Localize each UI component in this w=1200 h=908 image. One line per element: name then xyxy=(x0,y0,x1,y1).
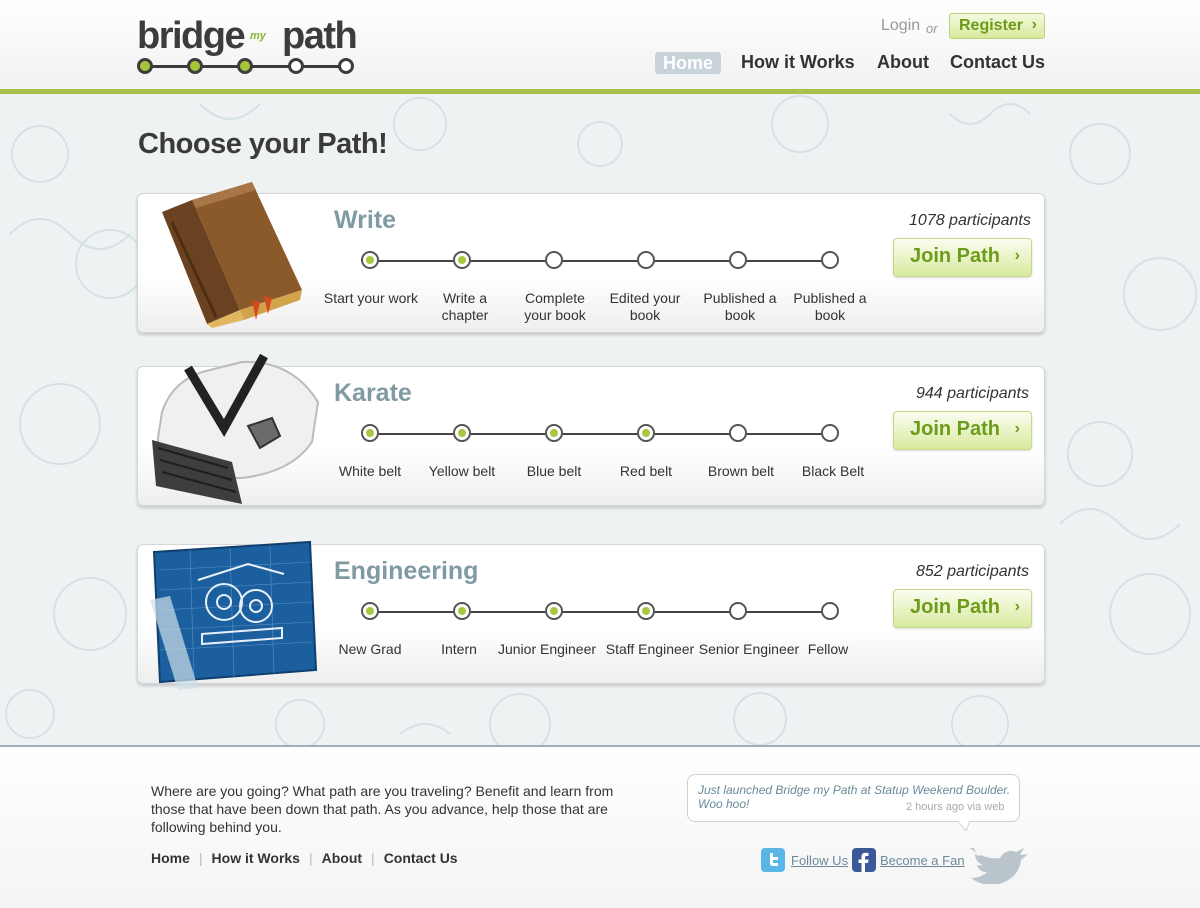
step-label: Start your work xyxy=(323,290,419,306)
logo-dot xyxy=(137,58,153,74)
milestone-node xyxy=(729,251,747,269)
nav-about[interactable]: About xyxy=(877,52,929,73)
milestone-node xyxy=(545,602,563,620)
step-label: Blue belt xyxy=(526,463,582,479)
step-label: Red belt xyxy=(619,463,673,479)
step-label: Black Belt xyxy=(801,463,865,479)
milestone-node xyxy=(361,602,379,620)
milestone-node xyxy=(821,251,839,269)
footer-link-contact-us[interactable]: Contact Us xyxy=(384,850,458,866)
logo-dot xyxy=(338,58,354,74)
path-title: Karate xyxy=(334,379,412,407)
milestone-node xyxy=(729,424,747,442)
chevron-right-icon: › xyxy=(1014,247,1020,264)
tweet-bubble-tail xyxy=(958,821,970,831)
step-label: Fellow xyxy=(807,641,849,657)
join-path-label: Join Path xyxy=(910,418,1001,440)
follow-us-link[interactable]: Follow Us xyxy=(791,853,848,868)
footer-link-about[interactable]: About xyxy=(322,850,362,866)
participants-count: 1078 participants xyxy=(909,212,1031,229)
milestone-node xyxy=(361,424,379,442)
nav-home[interactable]: Home xyxy=(655,52,721,74)
step-label: New Grad xyxy=(338,641,402,657)
site-header: bridge path my Login or Register › Home Ho… xyxy=(0,0,1200,89)
book-icon xyxy=(162,182,302,328)
participants-count: 852 participants xyxy=(916,563,1029,580)
milestone-node xyxy=(361,251,379,269)
page-title: Choose your Path! xyxy=(138,128,388,160)
tweet-time: 2 hours ago via web xyxy=(906,801,1005,813)
twitter-bird-icon xyxy=(970,848,1028,884)
logo[interactable]: bridge path my xyxy=(137,14,359,80)
register-button[interactable]: Register › xyxy=(949,13,1045,39)
footer-description: Where are you going? What path are you t… xyxy=(151,783,614,835)
nav-contact-us[interactable]: Contact Us xyxy=(950,52,1045,73)
chevron-right-icon: › xyxy=(1014,420,1020,437)
join-path-label: Join Path xyxy=(910,245,1001,267)
separator: | xyxy=(371,850,375,866)
step-label: Yellow belt xyxy=(428,463,496,479)
become-a-fan-link[interactable]: Become a Fan xyxy=(880,853,965,868)
milestone-node xyxy=(821,424,839,442)
join-path-button[interactable]: Join Path › xyxy=(893,238,1032,277)
logo-dot xyxy=(288,58,304,74)
step-label: Complete your book xyxy=(524,290,586,323)
join-path-button[interactable]: Join Path › xyxy=(893,411,1032,450)
progress-track xyxy=(371,260,831,262)
step-label: Write a chapter xyxy=(441,290,489,323)
path-title: Engineering xyxy=(334,557,479,585)
login-link[interactable]: Login xyxy=(881,17,920,35)
register-label: Register xyxy=(959,17,1024,34)
separator: | xyxy=(308,850,313,866)
logo-dot xyxy=(187,58,203,74)
milestone-node xyxy=(545,424,563,442)
separator: | xyxy=(198,850,203,866)
nav-how-it-works[interactable]: How it Works xyxy=(741,52,855,73)
step-label: White belt xyxy=(338,463,402,479)
progress-track xyxy=(371,611,831,613)
footer-nav: Home | How it Works | About | Contact Us xyxy=(151,850,458,866)
footer-link-how-it-works[interactable]: How it Works xyxy=(212,850,300,866)
karate-gi-icon xyxy=(152,353,320,504)
step-label: Brown belt xyxy=(707,463,775,479)
milestone-node xyxy=(821,602,839,620)
milestone-node xyxy=(453,251,471,269)
milestone-node xyxy=(637,424,655,442)
step-label: Published a book xyxy=(793,290,867,323)
facebook-icon[interactable] xyxy=(852,848,876,872)
chevron-right-icon: › xyxy=(1014,598,1020,615)
footer-link-home[interactable]: Home xyxy=(151,850,190,866)
logo-my: my xyxy=(250,30,266,42)
step-label: Published a book xyxy=(703,290,777,323)
milestone-node xyxy=(637,251,655,269)
milestone-node xyxy=(453,424,471,442)
or-text: or xyxy=(926,21,938,36)
path-title: Write xyxy=(334,206,397,234)
step-label: Edited your book xyxy=(609,290,681,323)
logo-wordmark: bridge path xyxy=(137,15,358,57)
milestone-node xyxy=(637,602,655,620)
chevron-right-icon: › xyxy=(1031,16,1037,33)
progress-track xyxy=(371,433,831,435)
join-path-label: Join Path xyxy=(910,596,1001,618)
join-path-button[interactable]: Join Path › xyxy=(893,589,1032,628)
blueprint-icon xyxy=(150,540,318,690)
twitter-icon[interactable] xyxy=(761,848,785,872)
step-label: Junior Engineer xyxy=(497,641,597,657)
participants-count: 944 participants xyxy=(916,385,1029,402)
milestone-node xyxy=(453,602,471,620)
milestone-node xyxy=(545,251,563,269)
step-label: Staff Engineer xyxy=(605,641,695,657)
logo-dot xyxy=(237,58,253,74)
milestone-node xyxy=(729,602,747,620)
